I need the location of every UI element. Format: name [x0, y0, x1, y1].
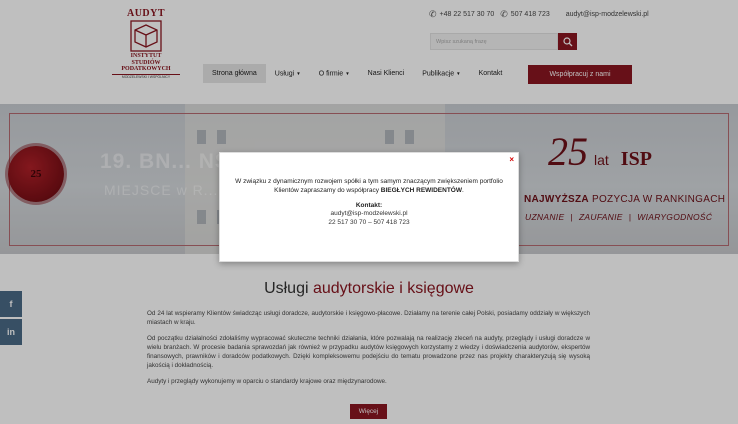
- close-icon[interactable]: ×: [509, 155, 514, 164]
- modal-message-bold: BIEGŁYCH REWIDENTÓW: [380, 187, 462, 194]
- modal-contact-label: Kontakt:: [355, 202, 383, 209]
- modal-email[interactable]: audyt@isp-modzelewski.pl: [220, 209, 518, 218]
- modal-phones[interactable]: 22 517 30 70 – 507 418 723: [220, 218, 518, 227]
- modal-message-end: .: [462, 187, 464, 194]
- recruitment-modal: × W związku z dynamicznym rozwojem spółk…: [219, 152, 519, 262]
- modal-message: W związku z dynamicznym rozwojem spółki …: [234, 177, 504, 195]
